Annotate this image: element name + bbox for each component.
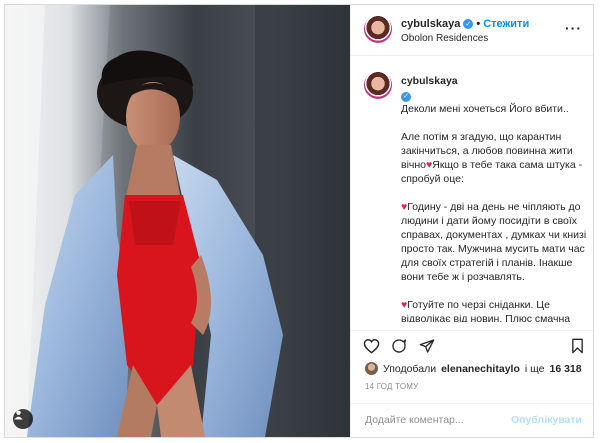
caption-author-avatar[interactable] (364, 71, 392, 99)
user-tag-icon[interactable] (13, 409, 33, 429)
post-timestamp[interactable]: 14 ГОД ТОМУ (365, 382, 418, 391)
bookmark-icon (572, 338, 583, 354)
photo-illustration (5, 5, 350, 437)
comment-bar: Опублікувати (351, 403, 593, 437)
publish-button[interactable]: Опублікувати (511, 414, 582, 426)
instagram-post-modal: cybulskaya ✓ • Стежити Obolon Residences… (4, 4, 594, 438)
caption-paragraph-3: Готуйте по черзі сніданки. Це відволікає… (401, 299, 571, 322)
post-caption: cybulskaya ✓ Деколи мені хочеться Його в… (351, 56, 593, 322)
post-photo[interactable] (5, 5, 350, 437)
caption-paragraph-2: Годину - дві на день не чіпляють до люди… (401, 201, 587, 283)
more-options-button[interactable]: ··· (565, 20, 582, 36)
author-username[interactable]: cybulskaya (401, 18, 460, 30)
comment-input[interactable] (365, 414, 515, 426)
share-button[interactable] (419, 338, 435, 357)
verified-badge-icon: ✓ (463, 19, 474, 29)
post-location[interactable]: Obolon Residences (401, 33, 488, 44)
comment-icon (392, 339, 406, 353)
caption-username[interactable]: cybulskaya (401, 75, 458, 87)
author-line: cybulskaya ✓ • Стежити (401, 18, 529, 30)
paper-plane-icon (419, 339, 435, 353)
likes-middle: і ще (524, 362, 545, 375)
save-button[interactable] (571, 338, 584, 357)
likes-summary: Уподобали elenanechitaylo і ще 16 318 (365, 362, 582, 375)
likes-count[interactable]: 16 318 (549, 363, 581, 375)
like-button[interactable] (363, 338, 380, 357)
comment-button[interactable] (391, 338, 407, 357)
liker-avatar[interactable] (365, 362, 378, 375)
liker-username[interactable]: elenanechitaylo (441, 363, 520, 375)
heart-outline-icon (363, 339, 380, 354)
separator-dot: • (476, 18, 481, 30)
post-actions (351, 330, 593, 359)
caption-text: cybulskaya ✓ Деколи мені хочеться Його в… (401, 74, 587, 322)
post-header: cybulskaya ✓ • Стежити Obolon Residences… (351, 5, 593, 56)
post-side-panel: cybulskaya ✓ • Стежити Obolon Residences… (350, 5, 593, 437)
author-avatar[interactable] (364, 15, 392, 43)
caption-intro: Деколи мені хочеться Його вбити.. (401, 103, 569, 115)
likes-prefix: Уподобали (383, 362, 437, 375)
verified-badge-icon: ✓ (401, 91, 411, 102)
follow-button[interactable]: Стежити (483, 18, 529, 30)
